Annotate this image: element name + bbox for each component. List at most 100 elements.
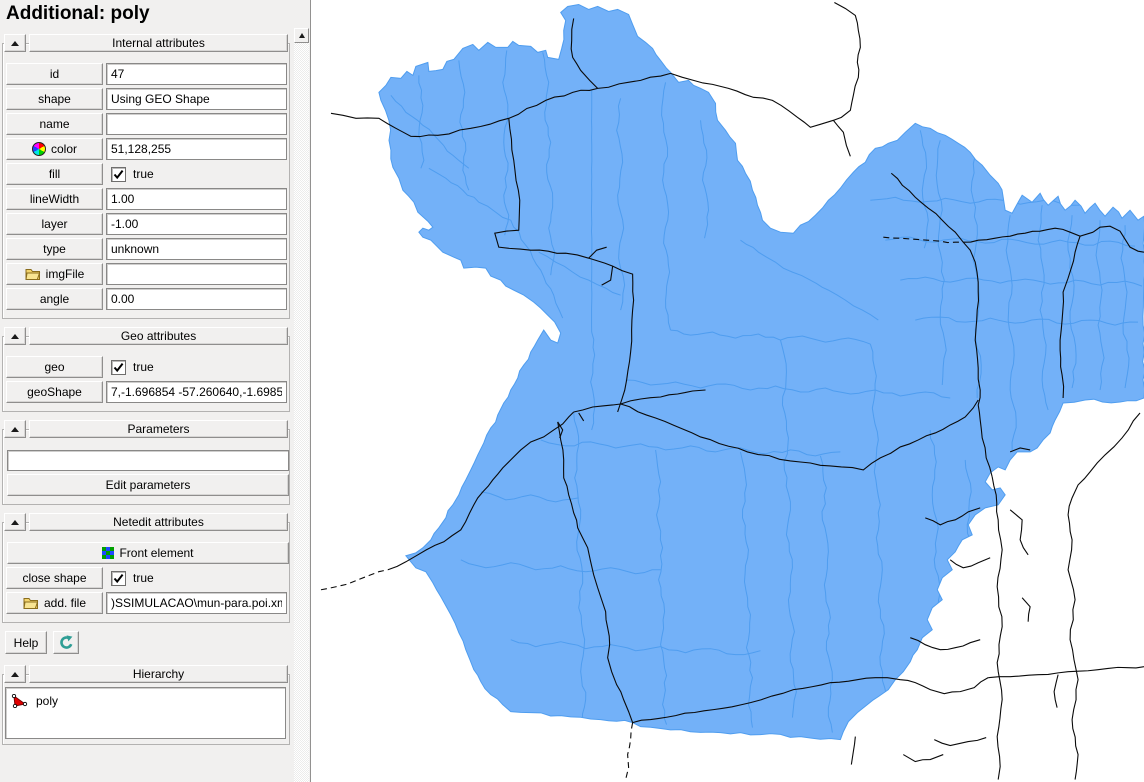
section-title-hierarchy[interactable]: Hierarchy	[29, 665, 288, 683]
attr-label-type-button[interactable]: type	[6, 238, 103, 260]
row-fill: fill true	[6, 163, 289, 185]
row-angle: angle	[6, 288, 289, 310]
triangle-up-icon	[11, 519, 19, 525]
help-button[interactable]: Help	[5, 631, 47, 654]
checkmark-icon	[113, 573, 124, 583]
row-color: color	[6, 138, 289, 160]
attr-label-color-button[interactable]: color	[6, 138, 103, 160]
checkbox-value-text: true	[133, 571, 154, 585]
folder-icon	[23, 598, 39, 609]
panel-scrollbar[interactable]	[294, 28, 309, 782]
attr-label-close-shape-button[interactable]: close shape	[6, 567, 103, 589]
row	[6, 449, 289, 471]
collapse-internal-attributes-button[interactable]	[4, 34, 26, 52]
attr-label-text: geoShape	[27, 385, 82, 399]
collapse-geo-attributes-button[interactable]	[4, 327, 26, 345]
row-add-file: add. file	[6, 592, 289, 614]
checkbox-value-text: true	[133, 360, 154, 374]
attr-label-geoshape-button[interactable]: geoShape	[6, 381, 103, 403]
section-netedit-attributes: Netedit attributes Front element close sha…	[2, 513, 290, 623]
row-front-element: Front element	[6, 542, 289, 564]
front-element-button[interactable]: Front element	[7, 542, 289, 564]
section-hierarchy: Hierarchy poly	[2, 665, 290, 745]
panel-title: Additional: poly	[6, 3, 150, 24]
attr-label-id-button[interactable]: id	[6, 63, 103, 85]
attr-label-name-button[interactable]: name	[6, 113, 103, 135]
checkbox-value-text: true	[133, 167, 154, 181]
attr-input-imgfile[interactable]	[106, 263, 287, 285]
attr-input-linewidth[interactable]	[106, 188, 287, 210]
row-layer: layer	[6, 213, 289, 235]
attr-label-add-file-button[interactable]: add. file	[6, 592, 103, 614]
row-id: id	[6, 63, 289, 85]
attr-label-text: layer	[41, 217, 68, 231]
row-geoshape: geoShape	[6, 381, 289, 403]
section-title-parameters[interactable]: Parameters	[29, 420, 288, 438]
attr-label-layer-button[interactable]: layer	[6, 213, 103, 235]
attr-label-text: angle	[39, 292, 70, 306]
attr-label-angle-button[interactable]: angle	[6, 288, 103, 310]
hierarchy-item-poly[interactable]: poly	[11, 692, 280, 710]
triangle-up-icon	[11, 426, 19, 432]
attr-input-shape[interactable]	[106, 88, 287, 110]
attr-label-linewidth-button[interactable]: lineWidth	[6, 188, 103, 210]
triangle-up-icon	[11, 40, 19, 46]
scroll-up-button[interactable]	[294, 28, 309, 43]
map-canvas[interactable]	[311, 0, 1144, 782]
checkmark-icon	[113, 362, 124, 372]
attr-label-text: shape	[38, 92, 71, 106]
scroll-up-arrow-icon	[298, 33, 305, 38]
attr-input-angle[interactable]	[106, 288, 287, 310]
folder-icon	[25, 269, 40, 280]
collapse-netedit-attributes-button[interactable]	[4, 513, 26, 531]
attr-label-imgfile-button[interactable]: imgFile	[6, 263, 103, 285]
section-title-internal-attributes[interactable]: Internal attributes	[29, 34, 288, 52]
row-imgfile: imgFile	[6, 263, 289, 285]
section-internal-attributes: Internal attributes id shape name color fill t…	[2, 34, 290, 319]
checkbox-fill[interactable]	[111, 166, 126, 182]
attribute-panel: Additional: poly Internal attributes id sh…	[0, 0, 310, 782]
hierarchy-list: poly	[5, 687, 286, 739]
triangle-up-icon	[11, 333, 19, 339]
reload-icon	[59, 634, 72, 649]
reload-button[interactable]	[53, 631, 79, 654]
collapse-parameters-button[interactable]	[4, 420, 26, 438]
color-wheel-icon	[31, 142, 46, 156]
attr-input-add-file[interactable]	[106, 592, 287, 614]
button-label: Front element	[119, 546, 194, 560]
row-edit-parameters: Edit parameters	[6, 474, 289, 496]
row-name: name	[6, 113, 289, 135]
attr-input-id[interactable]	[106, 63, 287, 85]
attr-label-text: type	[43, 242, 66, 256]
row-linewidth: lineWidth	[6, 188, 289, 210]
checkbox-geo[interactable]	[111, 359, 126, 375]
row-close-shape: close shape true	[6, 567, 289, 589]
attr-input-geoshape[interactable]	[106, 381, 287, 403]
checkbox-close-shape[interactable]	[111, 570, 126, 586]
attr-label-text: name	[39, 117, 70, 131]
attr-label-text: lineWidth	[29, 192, 80, 206]
parameters-input[interactable]	[7, 449, 289, 471]
attr-input-name[interactable]	[106, 113, 287, 135]
attr-label-text: imgFile	[45, 267, 85, 281]
attr-label-shape-button[interactable]: shape	[6, 88, 103, 110]
edit-parameters-button[interactable]: Edit parameters	[7, 474, 289, 496]
help-row: Help	[5, 631, 310, 654]
attr-label-geo-button[interactable]: geo	[6, 356, 103, 378]
row-geo: geo true	[6, 356, 289, 378]
netedit-window: Additional: poly Internal attributes id sh…	[0, 0, 1144, 782]
front-element-icon	[102, 547, 115, 559]
section-title-geo-attributes[interactable]: Geo attributes	[29, 327, 288, 345]
polygon-icon	[11, 694, 28, 708]
triangle-up-icon	[11, 671, 19, 677]
attr-input-color[interactable]	[106, 138, 287, 160]
attr-input-layer[interactable]	[106, 213, 287, 235]
attr-input-type[interactable]	[106, 238, 287, 260]
section-parameters: Parameters Edit parameters	[2, 420, 290, 505]
hierarchy-item-label: poly	[36, 694, 59, 708]
section-title-netedit-attributes[interactable]: Netedit attributes	[29, 513, 288, 531]
button-label: Edit parameters	[105, 478, 191, 492]
collapse-hierarchy-button[interactable]	[4, 665, 26, 683]
map-view[interactable]	[310, 0, 1144, 782]
attr-label-fill-button[interactable]: fill	[6, 163, 103, 185]
